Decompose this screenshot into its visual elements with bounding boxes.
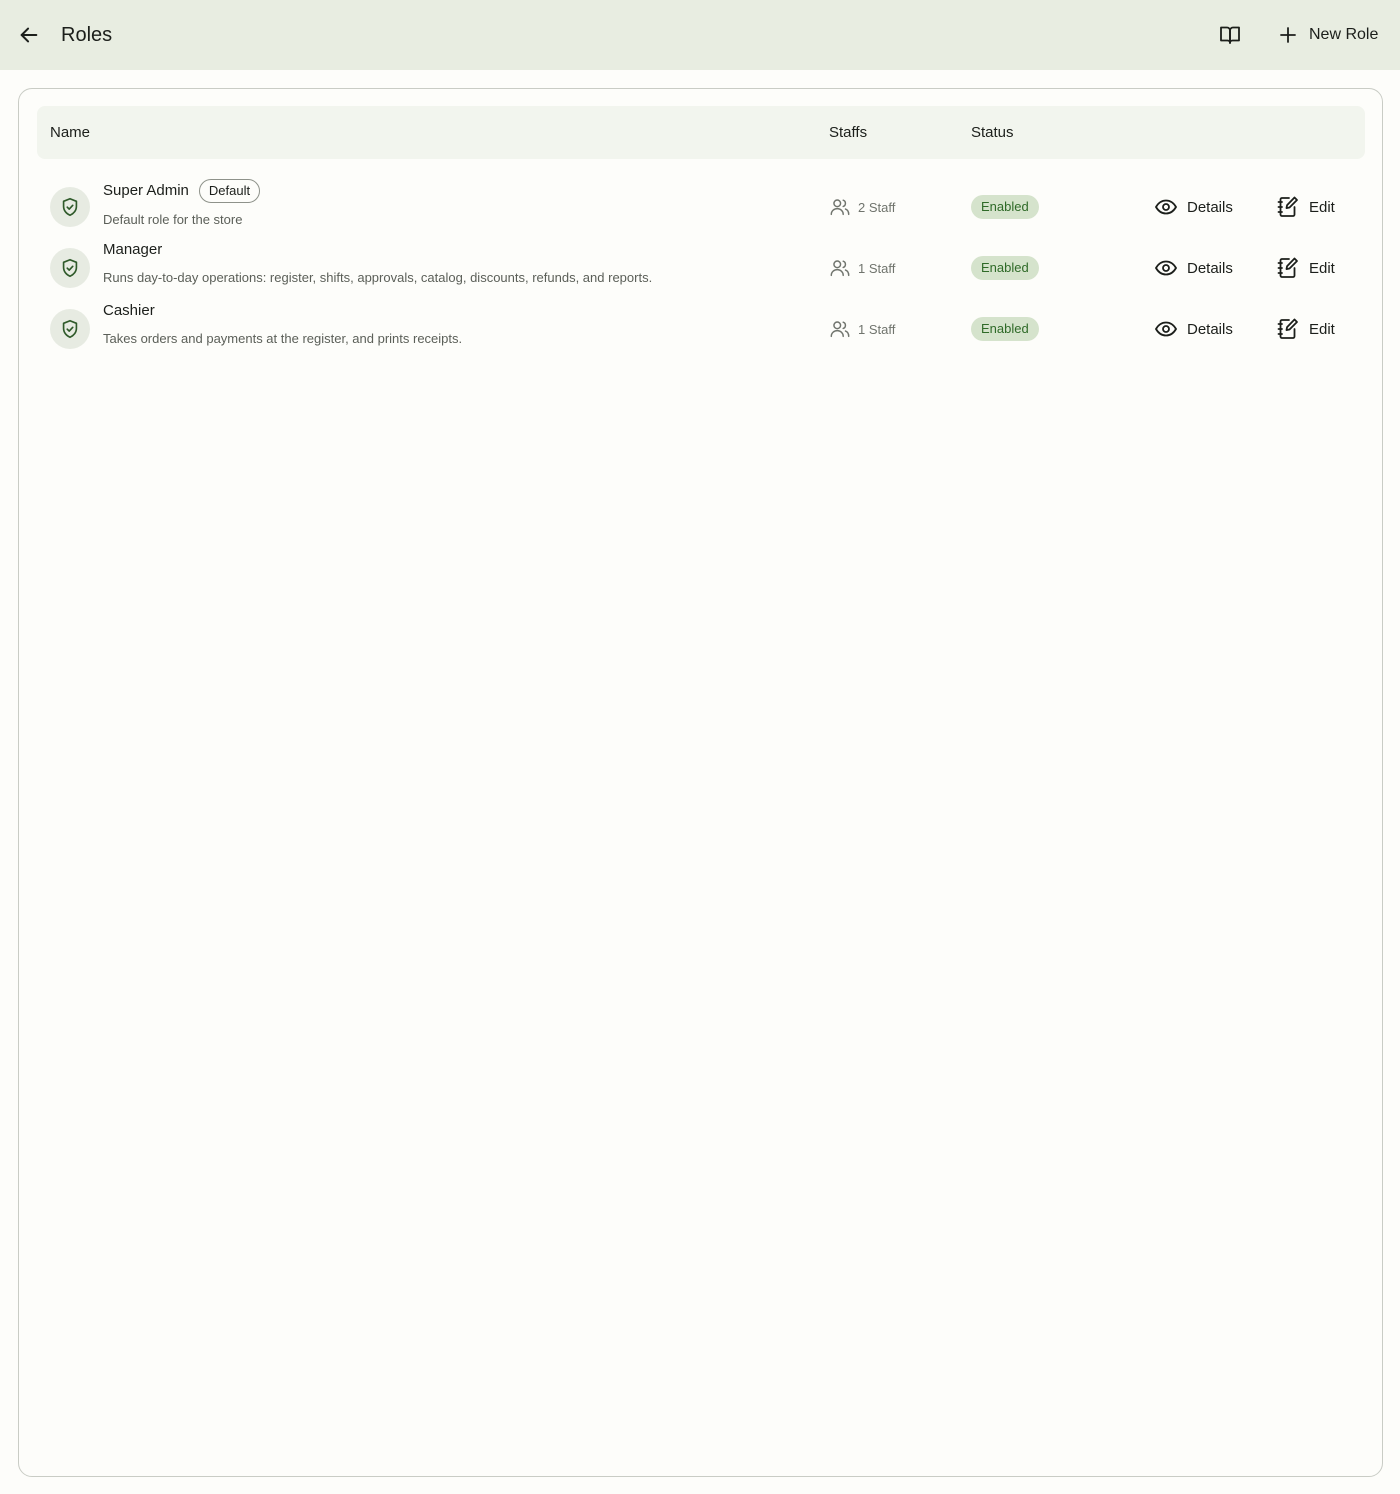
back-button[interactable] (14, 20, 44, 50)
role-description: Takes orders and payments at the registe… (103, 331, 463, 346)
details-label: Details (1187, 259, 1233, 277)
users-icon (830, 199, 850, 216)
column-header-name: Name (50, 124, 91, 141)
staff-count-label: 1 Staff (858, 321, 896, 337)
role-description: Runs day-to-day operations: register, sh… (103, 270, 653, 285)
book-open-icon (1220, 26, 1240, 44)
status-badge: Enabled (971, 317, 1039, 341)
roles-table-card: Name Staffs Status Super Admin Default D… (18, 88, 1383, 1477)
edit-button[interactable]: Edit (1276, 315, 1335, 343)
default-badge: Default (198, 179, 261, 203)
shield-check-icon (62, 197, 78, 217)
edit-note-icon (1277, 196, 1298, 217)
status-badge: Enabled (971, 195, 1039, 219)
role-description: Default role for the store (103, 212, 243, 227)
staff-count: 1 Staff (829, 257, 895, 279)
role-name: Super Admin (103, 182, 189, 199)
edit-label: Edit (1309, 320, 1335, 338)
page-title: Roles (61, 24, 113, 46)
edit-label: Edit (1309, 259, 1335, 277)
column-header-staffs: Staffs (829, 124, 868, 141)
table-header: Name Staffs Status (37, 106, 1365, 159)
eye-icon (1154, 321, 1178, 337)
staff-count-label: 1 Staff (858, 260, 896, 276)
new-role-label: New Role (1309, 26, 1379, 43)
edit-button[interactable]: Edit (1276, 193, 1335, 221)
role-name-cell: Super Admin Default (103, 179, 261, 203)
details-label: Details (1187, 198, 1233, 216)
plus-icon (1280, 27, 1296, 43)
edit-note-icon (1277, 257, 1298, 278)
role-avatar (50, 187, 90, 227)
role-name: Manager (103, 241, 163, 258)
role-name: Cashier (103, 302, 155, 319)
table-row: Cashier Takes orders and payments at the… (37, 301, 1365, 357)
users-icon (830, 321, 850, 338)
column-header-status: Status (971, 124, 1014, 141)
role-name-cell: Manager (103, 240, 162, 260)
shield-check-icon (62, 319, 78, 339)
staff-count-label: 2 Staff (858, 199, 896, 215)
table-row: Manager Runs day-to-day operations: regi… (37, 240, 1365, 296)
staff-count: 2 Staff (829, 196, 895, 218)
role-name-cell: Cashier (103, 301, 155, 321)
documentation-button[interactable] (1214, 19, 1246, 51)
details-button[interactable]: Details (1154, 193, 1233, 221)
details-button[interactable]: Details (1154, 315, 1233, 343)
table-row: Super Admin Default Default role for the… (37, 179, 1365, 235)
eye-icon (1154, 199, 1178, 215)
role-avatar (50, 248, 90, 288)
edit-note-icon (1277, 318, 1298, 339)
arrow-left-icon (20, 27, 38, 43)
details-button[interactable]: Details (1154, 254, 1233, 282)
staff-count: 1 Staff (829, 318, 895, 340)
role-avatar (50, 309, 90, 349)
edit-label: Edit (1309, 198, 1335, 216)
shield-check-icon (62, 258, 78, 278)
top-app-bar: Roles New Role (0, 0, 1400, 70)
details-label: Details (1187, 320, 1233, 338)
eye-icon (1154, 260, 1178, 276)
status-badge: Enabled (971, 256, 1039, 280)
edit-button[interactable]: Edit (1276, 254, 1335, 282)
users-icon (830, 260, 850, 277)
new-role-button[interactable]: New Role (1276, 19, 1378, 51)
